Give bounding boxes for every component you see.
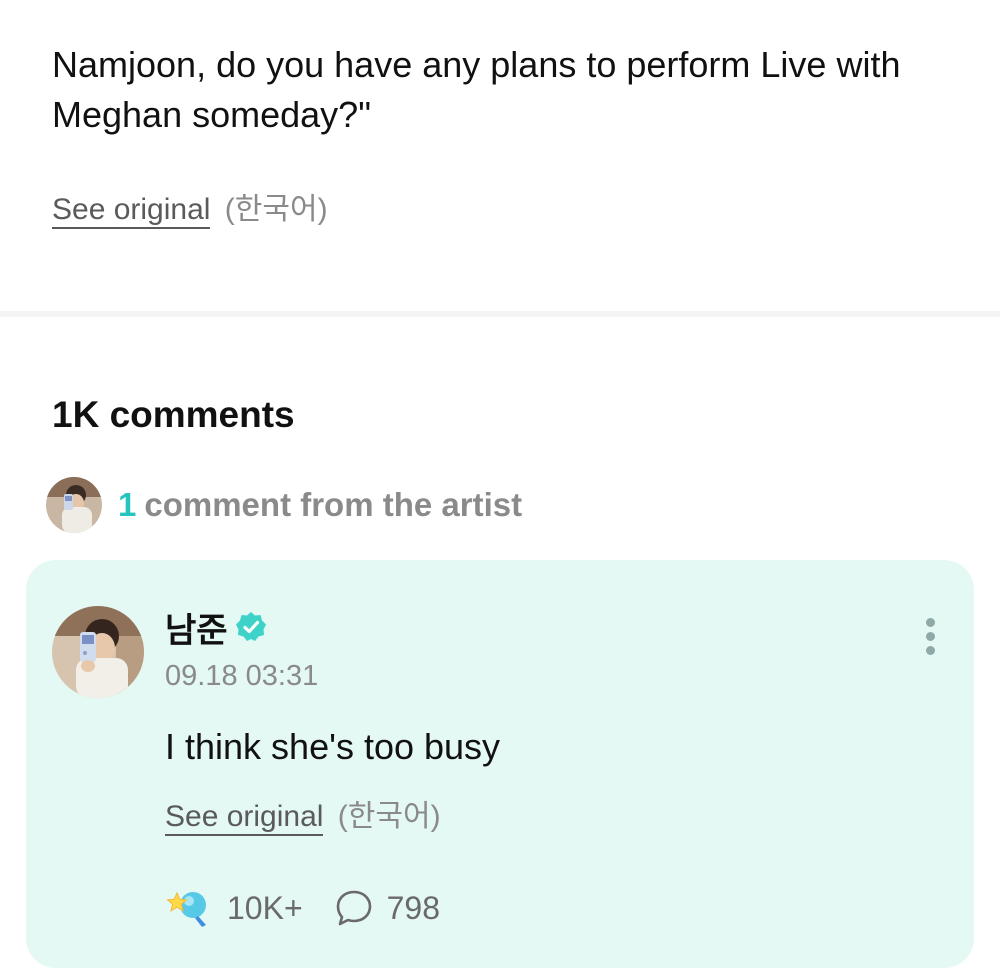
artist-comment-count: 1 (118, 486, 137, 523)
post-body-text: Namjoon, do you have any plans to perfor… (52, 44, 901, 135)
like-button[interactable]: 10K+ (165, 887, 303, 929)
artist-avatar[interactable] (52, 606, 144, 698)
section-divider (0, 311, 1000, 317)
post-see-original-row: See original (한국어) (52, 190, 328, 230)
reply-count: 798 (386, 889, 441, 926)
post-language-tag: (한국어) (224, 193, 328, 226)
comment-author-name[interactable]: 남준 (165, 603, 228, 652)
speech-bubble-icon (336, 890, 371, 926)
comment-timestamp: 09.18 03:31 (165, 660, 319, 692)
more-options-button[interactable] (920, 618, 940, 662)
comment-see-original-row: See original (한국어) (165, 797, 441, 837)
post-see-original-link[interactable]: See original (52, 193, 211, 229)
more-dot (925, 632, 935, 641)
star-like-icon (166, 891, 206, 927)
comment-author-row: 남준 (165, 606, 268, 650)
more-dot (925, 646, 935, 655)
comment-actions: 10K+ 798 (165, 886, 440, 930)
comment-text: I think she's too busy (165, 726, 501, 767)
comment-language-tag: (한국어) (337, 800, 441, 833)
artist-comment-label: comment from the artist (144, 486, 523, 523)
verified-badge-icon (235, 612, 266, 641)
reply-button[interactable]: 798 (335, 889, 440, 927)
more-dot (925, 618, 935, 627)
like-count: 10K+ (227, 889, 303, 926)
artist-comments-summary[interactable]: 1 comment from the artist (46, 476, 522, 534)
artist-avatar-small (46, 477, 102, 533)
comment-see-original-link[interactable]: See original (165, 800, 324, 836)
comments-count-heading: 1K comments (52, 394, 295, 435)
artist-comment-card: 남준 09.18 03:31 I think she's too busy Se… (26, 560, 974, 968)
